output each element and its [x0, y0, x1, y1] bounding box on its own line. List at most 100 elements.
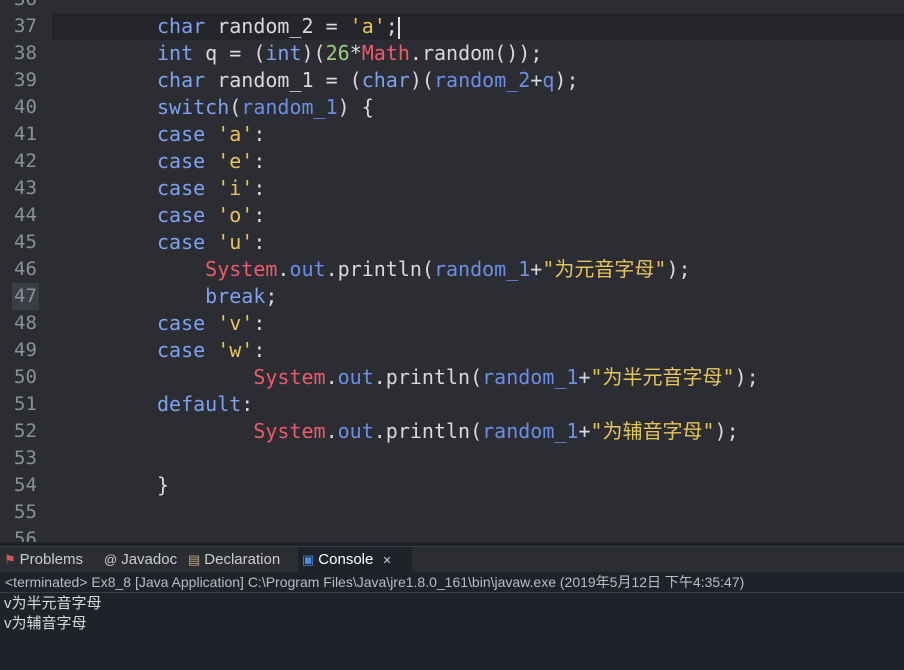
code-token: System [205, 257, 278, 281]
code-line[interactable]: 38 int q = (int)(26*Math.random()); [0, 40, 904, 67]
line-number: 53 [14, 447, 37, 469]
code-token: ); [666, 257, 691, 281]
code-line[interactable]: 37 char random_2 = 'a'; [0, 13, 904, 40]
code-line[interactable]: 52 System.out.println(random_1+"为辅音字母"); [0, 418, 904, 445]
declaration-icon: ▤ [188, 552, 201, 567]
code-text: char random_1 = (char)(random_2+q); [157, 67, 579, 94]
code-line[interactable]: 45 case 'u': [0, 229, 904, 256]
code-token: int [157, 41, 194, 65]
code-line[interactable]: 46 System.out.println(random_1+"为元音字母"); [0, 256, 904, 283]
line-number: 45 [14, 231, 37, 253]
code-text: case 'o': [157, 202, 265, 229]
line-number: 48 [14, 312, 37, 334]
code-line[interactable]: 54} [0, 472, 904, 499]
code-token: random_1 = ( [205, 68, 362, 92]
tab-problems[interactable]: ⚑ Problems [4, 547, 100, 573]
code-token: case [157, 203, 206, 227]
code-token: break [205, 284, 266, 308]
line-number: 52 [14, 420, 37, 442]
code-token: 'e' [217, 149, 254, 173]
line-number-gutter: 42 [0, 148, 52, 175]
line-number: 42 [14, 150, 37, 172]
line-number-gutter: 36 [0, 0, 52, 13]
code-token: System [253, 419, 326, 443]
code-token: random_1 [482, 419, 579, 443]
code-line[interactable]: 47 break; [0, 283, 904, 310]
code-line[interactable]: 51 default: [0, 391, 904, 418]
line-number: 40 [14, 96, 37, 118]
code-token: 26 [325, 41, 350, 65]
console-header-text: <terminated> Ex8_8 [Java Application] C:… [5, 574, 745, 590]
code-line[interactable]: 44 case 'o': [0, 202, 904, 229]
code-token: 'o' [217, 203, 254, 227]
code-line[interactable]: 55 [0, 499, 904, 526]
code-line[interactable]: 41 case 'a': [0, 121, 904, 148]
tab-problems-label: Problems [19, 551, 84, 568]
code-token: : [253, 122, 266, 146]
code-token: q = ( [193, 41, 266, 65]
tab-console-label: Console [318, 551, 374, 568]
code-token: : [253, 176, 266, 200]
code-token: + [578, 419, 591, 443]
code-line[interactable]: 48 case 'v': [0, 310, 904, 337]
code-token: 'i' [217, 176, 254, 200]
tab-console[interactable]: ▣ Console ✕ [298, 547, 412, 573]
code-token: random_2 [433, 68, 531, 92]
code-line[interactable]: 56 [0, 526, 904, 542]
code-token: : [253, 230, 266, 254]
tab-javadoc-label: Javadoc [121, 551, 178, 568]
code-token: 'a' [349, 14, 386, 38]
line-number: 46 [14, 258, 37, 280]
line-number-gutter: 56 [0, 526, 52, 542]
code-text: } [157, 472, 169, 499]
text-cursor [397, 16, 400, 39]
line-number-gutter: 46 [0, 256, 52, 283]
code-editor[interactable]: 3637char random_2 = 'a';38int q = (int)(… [0, 0, 904, 542]
code-text: case 'w': [157, 337, 265, 364]
code-token: "为元音字母" [542, 257, 667, 281]
bottom-panel-tabs: ⚑ Problems @ Javadoc ▤ Declaration ▣ Console… [0, 546, 904, 573]
code-token: : [253, 338, 266, 362]
code-line[interactable]: 39 char random_1 = (char)(random_2+q); [0, 67, 904, 94]
line-number-gutter: 41 [0, 121, 52, 148]
line-number-gutter: 47 [0, 283, 52, 310]
code-text: System.out.println(random_1+"为半元音字母"); [157, 364, 759, 391]
code-token: out [337, 365, 374, 389]
code-line[interactable]: 53 [0, 445, 904, 472]
code-text: case 'e': [157, 148, 265, 175]
code-line[interactable]: 50 System.out.println(random_1+"为半元音字母")… [0, 364, 904, 391]
code-token: )( [409, 68, 434, 92]
code-token: + [530, 257, 543, 281]
code-token: out [289, 257, 326, 281]
code-line[interactable]: 42 case 'e': [0, 148, 904, 175]
code-line[interactable]: 49 case 'w': [0, 337, 904, 364]
code-token: ); [554, 68, 579, 92]
code-line[interactable]: 40 switch(random_1) { [0, 94, 904, 121]
code-token: . [277, 257, 290, 281]
line-number-gutter: 53 [0, 445, 52, 472]
code-line[interactable]: 36 [0, 0, 904, 13]
code-token: 'a' [217, 122, 254, 146]
line-number-gutter: 52 [0, 418, 52, 445]
code-token: System [253, 365, 326, 389]
code-token: random_1 [482, 365, 579, 389]
code-token: case [157, 149, 206, 173]
code-token: * [349, 41, 362, 65]
tab-javadoc[interactable]: @ Javadoc [104, 547, 186, 573]
code-line[interactable]: 43 case 'i': [0, 175, 904, 202]
close-icon[interactable]: ✕ [383, 555, 392, 567]
code-token: 'v' [217, 311, 254, 335]
code-token: out [337, 419, 374, 443]
code-token: + [530, 68, 543, 92]
code-token: ); [734, 365, 759, 389]
tab-declaration[interactable]: ▤ Declaration [188, 547, 296, 573]
line-number: 54 [14, 474, 37, 496]
code-token: : [241, 392, 254, 416]
code-token: 'w' [217, 338, 254, 362]
line-number-gutter: 43 [0, 175, 52, 202]
code-token: case [157, 338, 206, 362]
